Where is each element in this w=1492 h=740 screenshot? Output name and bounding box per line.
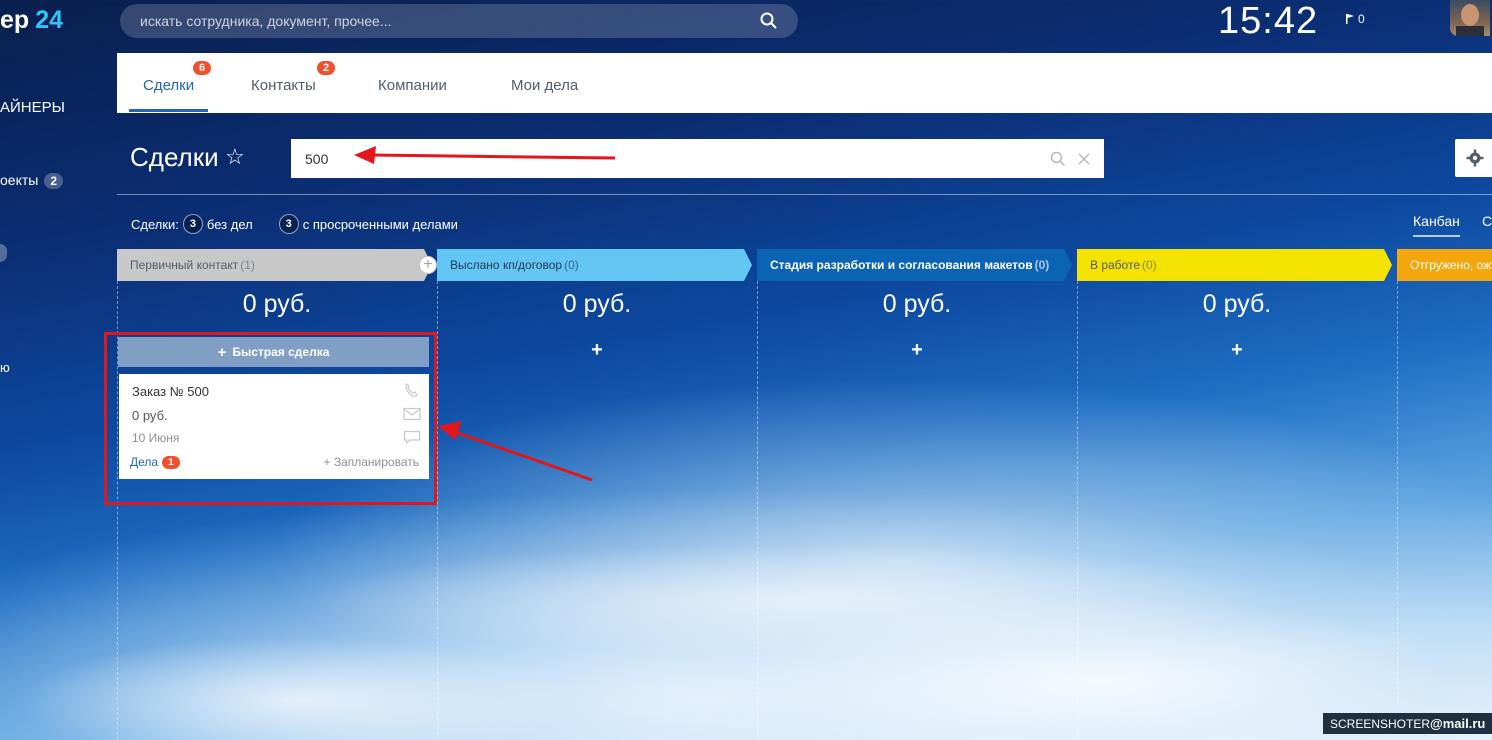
logo[interactable]: ер 24: [0, 6, 63, 35]
watermark: SCREENSHOTER@mail.ru: [1323, 713, 1492, 734]
sidebar-item-other[interactable]: ю: [0, 360, 10, 375]
add-deal-button[interactable]: +: [1077, 339, 1397, 362]
counter-no-activities[interactable]: 3: [182, 214, 203, 234]
counter-overdue[interactable]: 3: [278, 214, 299, 234]
star-icon[interactable]: ☆: [225, 144, 245, 170]
counter-overdue-label[interactable]: с просроченными делами: [303, 217, 458, 232]
clock: 15:42: [1218, 0, 1319, 42]
settings-button[interactable]: [1455, 139, 1492, 177]
annotation-arrow: [354, 146, 616, 164]
add-deal-button[interactable]: +: [757, 339, 1077, 362]
tab-companies[interactable]: Компании: [378, 77, 447, 94]
sidebar-toggle[interactable]: [0, 244, 7, 262]
sidebar-item-partners[interactable]: АЙНЕРЫ: [0, 99, 65, 116]
deal-counters: Сделки: 3 без дел 3 с просроченными дела…: [131, 214, 458, 234]
close-icon[interactable]: [1078, 152, 1090, 165]
add-deal-button[interactable]: +: [437, 339, 757, 362]
gear-icon: [1466, 149, 1484, 167]
add-stage-button[interactable]: +: [419, 256, 437, 274]
sidebar-item-projects[interactable]: оекты 2: [0, 172, 64, 189]
global-search-input[interactable]: искать сотрудника, документ, прочее...: [140, 13, 760, 29]
top-bar: ер 24 искать сотрудника, документ, прочее…: [0, 0, 1492, 44]
search-icon[interactable]: [760, 12, 778, 30]
counter-no-activities-label[interactable]: без дел: [207, 217, 253, 232]
stage-sum: 0 руб.: [562, 290, 632, 318]
stage-sum: 0 руб.: [1202, 290, 1272, 318]
crm-tabs: Сделки 6 Контакты 2 Компании Мои дела: [117, 53, 1492, 113]
tab-badge: 6: [193, 61, 212, 75]
stage-header[interactable]: Отгружено, ож: [1397, 249, 1492, 281]
flag-icon: [1346, 14, 1354, 24]
user-photo-icon: [1456, 4, 1484, 36]
column-divider: [1397, 281, 1398, 740]
search-icon[interactable]: [1050, 151, 1066, 167]
annotation-arrow: [438, 421, 593, 482]
view-list[interactable]: Сп: [1482, 213, 1492, 229]
tab-badge: 2: [317, 61, 336, 75]
avatar[interactable]: [1450, 0, 1490, 36]
stage-header[interactable]: Стадия разработки и согласования макетов…: [757, 249, 1067, 281]
stage-header[interactable]: Первичный контакт (1): [117, 249, 427, 281]
tab-contacts[interactable]: Контакты 2: [251, 61, 336, 94]
view-kanban[interactable]: Канбан: [1413, 213, 1460, 237]
background-clouds: [0, 480, 1492, 740]
annotation-box: [104, 332, 437, 505]
page-title: Сделки: [130, 142, 219, 172]
stage-sum: 0 руб.: [242, 290, 312, 318]
global-search[interactable]: искать сотрудника, документ, прочее...: [120, 4, 798, 38]
stage-header[interactable]: Выслано кп/договор (0): [437, 249, 747, 281]
divider: [117, 194, 1492, 195]
flag-count: 0: [1358, 12, 1365, 26]
tab-deals[interactable]: Сделки 6: [128, 61, 212, 112]
sidebar-badge: 2: [44, 173, 64, 189]
stage-header[interactable]: В работе (0): [1077, 249, 1387, 281]
stage-sum: 0 руб.: [882, 290, 952, 318]
notifications[interactable]: 0: [1346, 12, 1365, 26]
tab-my-activities[interactable]: Мои дела: [511, 77, 578, 94]
